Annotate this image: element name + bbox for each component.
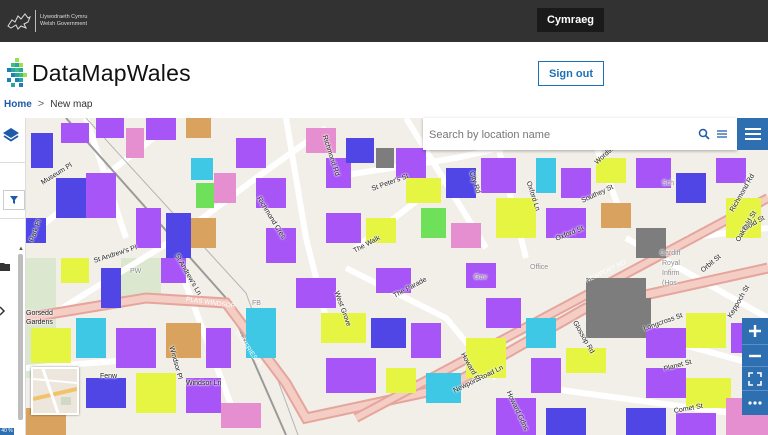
- map-label: Gov: [474, 274, 487, 281]
- welsh-dragon-icon: [7, 13, 31, 30]
- sign-out-button[interactable]: Sign out: [538, 61, 604, 86]
- government-header: Llywodraeth Cymru Welsh Government Cymra…: [0, 0, 768, 42]
- fullscreen-button[interactable]: [742, 366, 768, 391]
- map-canvas[interactable]: Museum Pl Park Pl St Andrew's Pl St Andr…: [26, 118, 768, 435]
- plus-icon: [749, 325, 761, 337]
- basemap-thumbnail: [33, 369, 77, 413]
- map-label: Sch: [662, 180, 675, 187]
- zoom-out-button[interactable]: [742, 344, 768, 367]
- zoom-in-button[interactable]: [742, 318, 768, 344]
- map-label: Infirm: [662, 270, 680, 277]
- search-icon[interactable]: [698, 128, 710, 140]
- minus-icon: [749, 354, 761, 358]
- map-label: Royal: [662, 260, 680, 267]
- chevron-icon[interactable]: [0, 304, 8, 316]
- datamap-logo-icon: [7, 58, 27, 87]
- org-name-welsh: Llywodraeth Cymru: [40, 14, 88, 20]
- map-label: (Hos: [662, 280, 677, 287]
- filter-button[interactable]: [3, 190, 25, 210]
- map-label: Office: [530, 264, 549, 271]
- breadcrumb-separator: >: [37, 98, 45, 110]
- map-label: Fenw: [100, 373, 118, 380]
- map-label: Cardiff: [660, 250, 681, 257]
- scroll-up-arrow[interactable]: ▲: [18, 246, 24, 252]
- filter-icon: [10, 196, 18, 204]
- map-label: Windsor Ln: [186, 380, 222, 387]
- list-icon[interactable]: [717, 129, 727, 139]
- map-basemap: [26, 118, 768, 435]
- app-title: DataMapWales: [32, 59, 191, 86]
- breadcrumb: Home > New map: [4, 98, 92, 110]
- welsh-government-logo[interactable]: Llywodraeth Cymru Welsh Government: [6, 8, 90, 34]
- menu-button[interactable]: [737, 118, 768, 150]
- org-names: Llywodraeth Cymru Welsh Government: [40, 14, 87, 28]
- hamburger-icon: [744, 128, 761, 140]
- breadcrumb-home-link[interactable]: Home: [4, 99, 32, 110]
- map-label: Gardens: [26, 319, 53, 326]
- folder-icon[interactable]: [0, 262, 10, 271]
- layers-icon[interactable]: [2, 126, 20, 144]
- language-button[interactable]: Cymraeg: [537, 8, 604, 32]
- logo-divider: [35, 10, 36, 32]
- more-options-button[interactable]: [742, 390, 768, 415]
- fullscreen-icon: [748, 372, 762, 386]
- left-tool-panel: ▲: [0, 118, 26, 435]
- more-icon: [748, 401, 762, 405]
- map-label: PW: [130, 268, 142, 275]
- map-label: Gorsedd: [26, 310, 53, 317]
- location-search: [423, 118, 737, 150]
- panel-divider: [0, 218, 26, 219]
- scale-badge: 40 %: [0, 428, 14, 435]
- org-name-english: Welsh Government: [40, 21, 87, 27]
- search-input[interactable]: [427, 125, 686, 145]
- basemap-switcher[interactable]: [31, 367, 79, 415]
- map-label: FB: [252, 300, 261, 307]
- panel-divider: [0, 162, 26, 163]
- panel-scrollbar[interactable]: [18, 254, 23, 420]
- brand[interactable]: DataMapWales: [6, 56, 191, 90]
- breadcrumb-current: New map: [50, 98, 93, 110]
